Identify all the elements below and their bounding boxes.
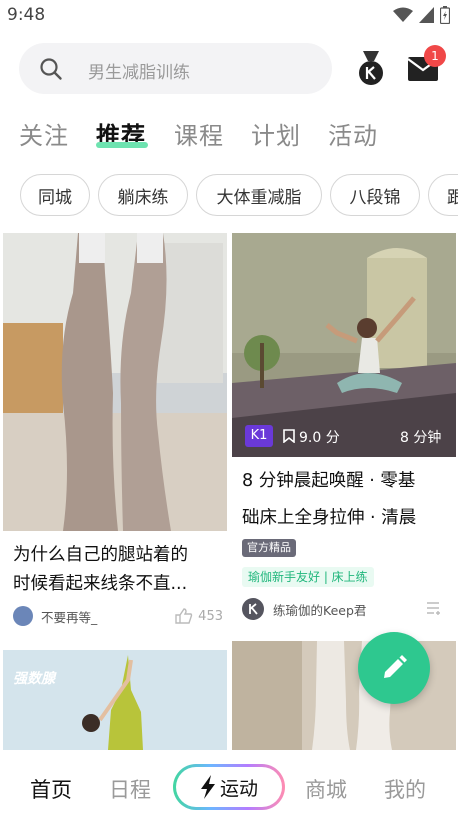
nav-mall[interactable]: 商城 (305, 774, 347, 804)
wifi-icon (393, 7, 413, 22)
chip-baduanjin[interactable]: 八段锦 (330, 174, 420, 216)
level-badge: K1 (245, 425, 273, 447)
tab-plans[interactable]: 计划 (251, 116, 301, 151)
more-list-icon[interactable] (426, 601, 442, 615)
course-score: 9.0 分 (299, 430, 340, 446)
lightning-icon (200, 775, 215, 799)
avatar[interactable] (242, 598, 264, 620)
nav-schedule[interactable]: 日程 (109, 774, 151, 804)
chip-heavy-weight-loss[interactable]: 大体重减脂 (196, 174, 322, 216)
card-title-line: 础床上全身拉伸 · 清晨 (242, 508, 417, 528)
card-image (232, 233, 456, 457)
feed-card[interactable]: 强数腺 (3, 650, 227, 750)
search-icon (40, 58, 62, 80)
active-tab-indicator (96, 142, 148, 148)
card-meta: 不要再等_ 453 (13, 606, 223, 626)
medal-icon[interactable] (356, 51, 386, 87)
search-placeholder: 男生减脂训练 (88, 63, 190, 83)
create-post-button[interactable] (358, 632, 430, 704)
card-title-line: 8 分钟晨起唤醒 · 零基 (242, 471, 416, 491)
tab-activities[interactable]: 活动 (328, 116, 378, 151)
category-tabs: 关注 推荐 课程 计划 活动 (0, 116, 458, 156)
filter-chips: 同城 躺床练 大体重减脂 八段锦 跟 (0, 174, 458, 216)
status-time: 9:48 (7, 5, 46, 25)
nav-me[interactable]: 我的 (384, 774, 426, 804)
tab-follow[interactable]: 关注 (19, 116, 69, 151)
topic-tag[interactable]: 瑜伽新手友好 | 床上练 (242, 567, 374, 587)
course-duration: 8 分钟 (400, 430, 442, 446)
like-icon[interactable] (175, 608, 193, 624)
official-tag: 官方精品 (242, 539, 296, 557)
status-bar: 9:48 (0, 0, 458, 30)
chip-bed-workout[interactable]: 躺床练 (98, 174, 188, 216)
chip-more[interactable]: 跟 (428, 174, 458, 216)
card-title-line: 时候看起来线条不直... (13, 574, 188, 594)
card-image (3, 650, 227, 750)
like-count: 453 (198, 608, 223, 624)
nav-home[interactable]: 首页 (30, 774, 72, 804)
author-name[interactable]: 练瑜伽的Keep君 (273, 600, 366, 619)
search-input[interactable]: 男生减脂训练 (19, 43, 332, 94)
pencil-icon (384, 655, 407, 678)
image-overlay-text: 强数腺 (13, 671, 55, 687)
mail-badge: 1 (424, 45, 446, 67)
nav-sport-inner: 运动 (176, 767, 282, 807)
bottom-nav: 首页 日程 运动 商城 我的 (0, 750, 458, 820)
card-title-line: 为什么自己的腿站着的 (13, 545, 188, 565)
feed-card[interactable]: 为什么自己的腿站着的 时候看起来线条不直... 不要再等_ 453 (3, 233, 227, 633)
card-title: 8 分钟晨起唤醒 · 零基 础床上全身拉伸 · 清晨 (242, 463, 452, 537)
battery-icon (440, 6, 450, 24)
card-title: 为什么自己的腿站着的 时候看起来线条不直... (13, 541, 223, 599)
bookmark-icon (283, 429, 295, 443)
tab-courses[interactable]: 课程 (174, 116, 224, 151)
nav-sport[interactable]: 运动 (173, 764, 285, 810)
chip-same-city[interactable]: 同城 (20, 174, 90, 216)
nav-sport-label: 运动 (219, 777, 258, 800)
card-image (3, 233, 227, 531)
card-meta: 练瑜伽的Keep君 (242, 598, 447, 620)
avatar[interactable] (13, 606, 33, 626)
signal-icon (419, 7, 434, 23)
status-icons (393, 6, 450, 24)
author-name[interactable]: 不要再等_ (41, 607, 97, 626)
